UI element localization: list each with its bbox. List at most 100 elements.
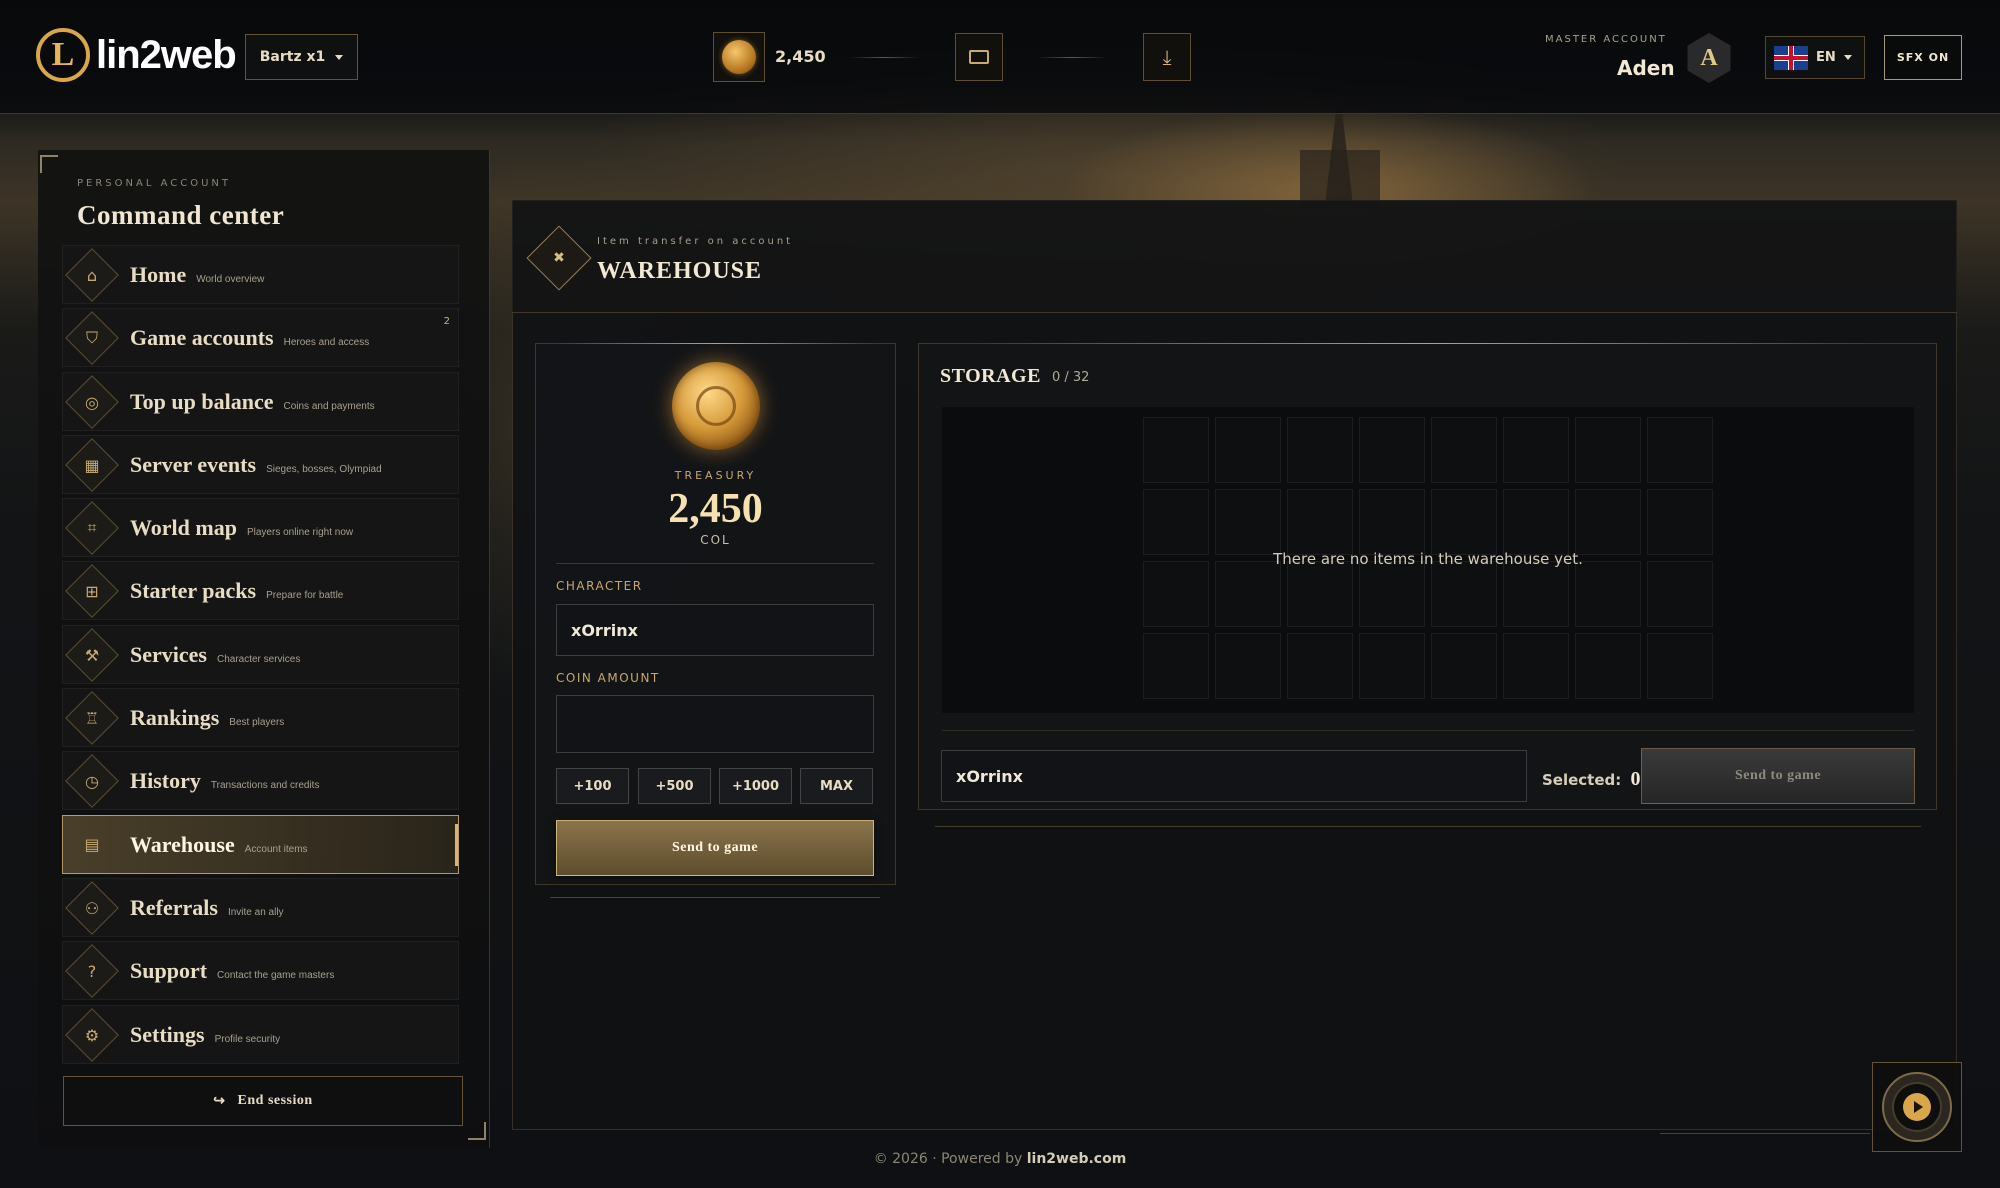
add-1000-button[interactable]: +1000 [719, 768, 792, 804]
storage-slot[interactable] [1575, 417, 1641, 483]
storage-slot[interactable] [1215, 633, 1281, 699]
language-select[interactable]: EN [1765, 36, 1865, 79]
storage-slot[interactable] [1143, 633, 1209, 699]
sidebar-item-subtitle: Profile security [214, 1033, 281, 1045]
storage-slot[interactable] [1503, 561, 1569, 627]
sidebar-kicker: PERSONAL ACCOUNT [77, 178, 231, 189]
voucher-button[interactable] [955, 33, 1003, 81]
selected-counter: Selected: 0 [1542, 768, 1641, 791]
treasury-label: TREASURY [674, 469, 757, 482]
download-button[interactable]: ⤓ [1143, 33, 1191, 81]
storage-slot[interactable] [1359, 489, 1425, 555]
avatar[interactable]: A [1687, 33, 1731, 83]
coin-balance: 2,450 [775, 47, 826, 66]
treasury-value: 2,450 [668, 486, 763, 532]
sidebar-item-label: Referrals [130, 894, 218, 920]
server-select[interactable]: Bartz x1 [245, 34, 358, 80]
storage-title: STORAGE [940, 365, 1041, 387]
max-button[interactable]: MAX [800, 768, 873, 804]
sidebar-item-subtitle: Contact the game masters [217, 970, 335, 982]
sidebar-item-starter-packs[interactable]: ⊞ Starter packs Prepare for battle [62, 561, 459, 621]
sidebar-item-subtitle: Invite an ally [227, 906, 284, 918]
divider [550, 897, 880, 898]
end-session-button[interactable]: ↪ End session [63, 1076, 463, 1126]
character-label: CHARACTER [556, 579, 643, 593]
map-icon: ⌗ [87, 518, 97, 538]
coin-amount-input[interactable] [556, 695, 874, 753]
storage-slot[interactable] [1359, 633, 1425, 699]
player-ring [1882, 1072, 1952, 1142]
sidebar-item-world-map[interactable]: ⌗ World map Players online right now [62, 498, 459, 558]
storage-slot[interactable] [1575, 633, 1641, 699]
ticket-icon [969, 50, 989, 64]
storage-character-field[interactable]: xOrrinx [941, 750, 1527, 802]
storage-slot[interactable] [1431, 417, 1497, 483]
music-player-button[interactable] [1872, 1062, 1962, 1152]
divider [935, 826, 1921, 827]
footer-link[interactable]: lin2web.com [1027, 1151, 1127, 1167]
storage-slot[interactable] [1503, 633, 1569, 699]
sidebar-item-label: Top up balance [130, 388, 274, 414]
storage-slot[interactable] [1215, 561, 1281, 627]
send-items-to-game-button[interactable]: Send to game [1641, 748, 1915, 804]
help-icon: ? [87, 961, 97, 981]
sidebar-item-warehouse[interactable]: ▤ Warehouse Account items [62, 814, 459, 874]
users-icon: ⚇ [84, 898, 100, 918]
storage-slot[interactable] [1647, 633, 1713, 699]
sidebar-item-services[interactable]: ⚒ Services Character services [62, 624, 459, 684]
sidebar-item-support[interactable]: ? Support Contact the game masters [62, 941, 459, 1001]
divider [850, 57, 920, 58]
sidebar-item-top-up-balance[interactable]: ◎ Top up balance Coins and payments [62, 371, 459, 431]
storage-slot[interactable] [1575, 489, 1641, 555]
coin-amount-label: COIN AMOUNT [556, 671, 660, 685]
selected-label: Selected: [1542, 771, 1622, 789]
storage-slot[interactable] [1143, 489, 1209, 555]
calendar-icon: ▦ [84, 455, 100, 475]
sidebar-item-home[interactable]: ⌂ Home World overview [62, 245, 459, 304]
sidebar-item-rankings[interactable]: ♖ Rankings Best players [62, 688, 459, 748]
storage-slot[interactable] [1431, 633, 1497, 699]
page-header [512, 200, 1957, 313]
chevron-down-icon [335, 54, 344, 60]
storage-slot[interactable] [1287, 489, 1353, 555]
storage-slot[interactable] [1359, 561, 1425, 627]
sidebar-item-game-accounts[interactable]: ⛉ Game accounts Heroes and access 2 [62, 308, 459, 368]
storage-slot[interactable] [1287, 417, 1353, 483]
storage-slot[interactable] [1143, 417, 1209, 483]
sfx-toggle-button[interactable]: SFX ON [1884, 35, 1962, 80]
sidebar-item-referrals[interactable]: ⚇ Referrals Invite an ally [62, 877, 459, 937]
coin-icon [722, 40, 756, 74]
sidebar-item-label: Services [130, 641, 207, 667]
storage-slot[interactable] [1431, 561, 1497, 627]
storage-slot[interactable] [1647, 417, 1713, 483]
storage-slot[interactable] [1215, 417, 1281, 483]
add-100-button[interactable]: +100 [556, 768, 629, 804]
sidebar-item-server-events[interactable]: ▦ Server events Sieges, bosses, Olympiad [62, 434, 459, 494]
storage-slot[interactable] [1575, 561, 1641, 627]
character-field[interactable]: xOrrinx [556, 604, 874, 656]
sidebar-item-history[interactable]: ◷ History Transactions and credits [62, 751, 459, 811]
gift-icon: ⊞ [85, 581, 99, 601]
storage-slot[interactable] [1503, 417, 1569, 483]
coins-icon: ◎ [85, 392, 99, 412]
sidebar-item-label: World map [130, 515, 237, 541]
sidebar-item-settings[interactable]: ⚙ Settings Profile security [62, 1004, 459, 1064]
storage-slot[interactable] [1287, 561, 1353, 627]
storage-slot[interactable] [1143, 561, 1209, 627]
server-select-label: Bartz x1 [259, 49, 326, 65]
sidebar-item-subtitle: Players online right now [246, 527, 354, 539]
send-coins-to-game-button[interactable]: Send to game [556, 820, 874, 876]
sidebar-item-label: Support [130, 958, 208, 984]
storage-slot[interactable] [1503, 489, 1569, 555]
storage-slot[interactable] [1215, 489, 1281, 555]
sidebar-item-subtitle: World overview [196, 274, 265, 285]
add-500-button[interactable]: +500 [638, 768, 711, 804]
storage-slot[interactable] [1647, 561, 1713, 627]
storage-slot[interactable] [1431, 489, 1497, 555]
storage-slot[interactable] [1287, 633, 1353, 699]
storage-slot[interactable] [1359, 417, 1425, 483]
logo[interactable]: L lin2web [36, 28, 237, 82]
sidebar-item-subtitle: Sieges, bosses, Olympiad [266, 463, 382, 475]
storage-slot[interactable] [1647, 489, 1713, 555]
page-kicker: Item transfer on account [597, 236, 794, 247]
